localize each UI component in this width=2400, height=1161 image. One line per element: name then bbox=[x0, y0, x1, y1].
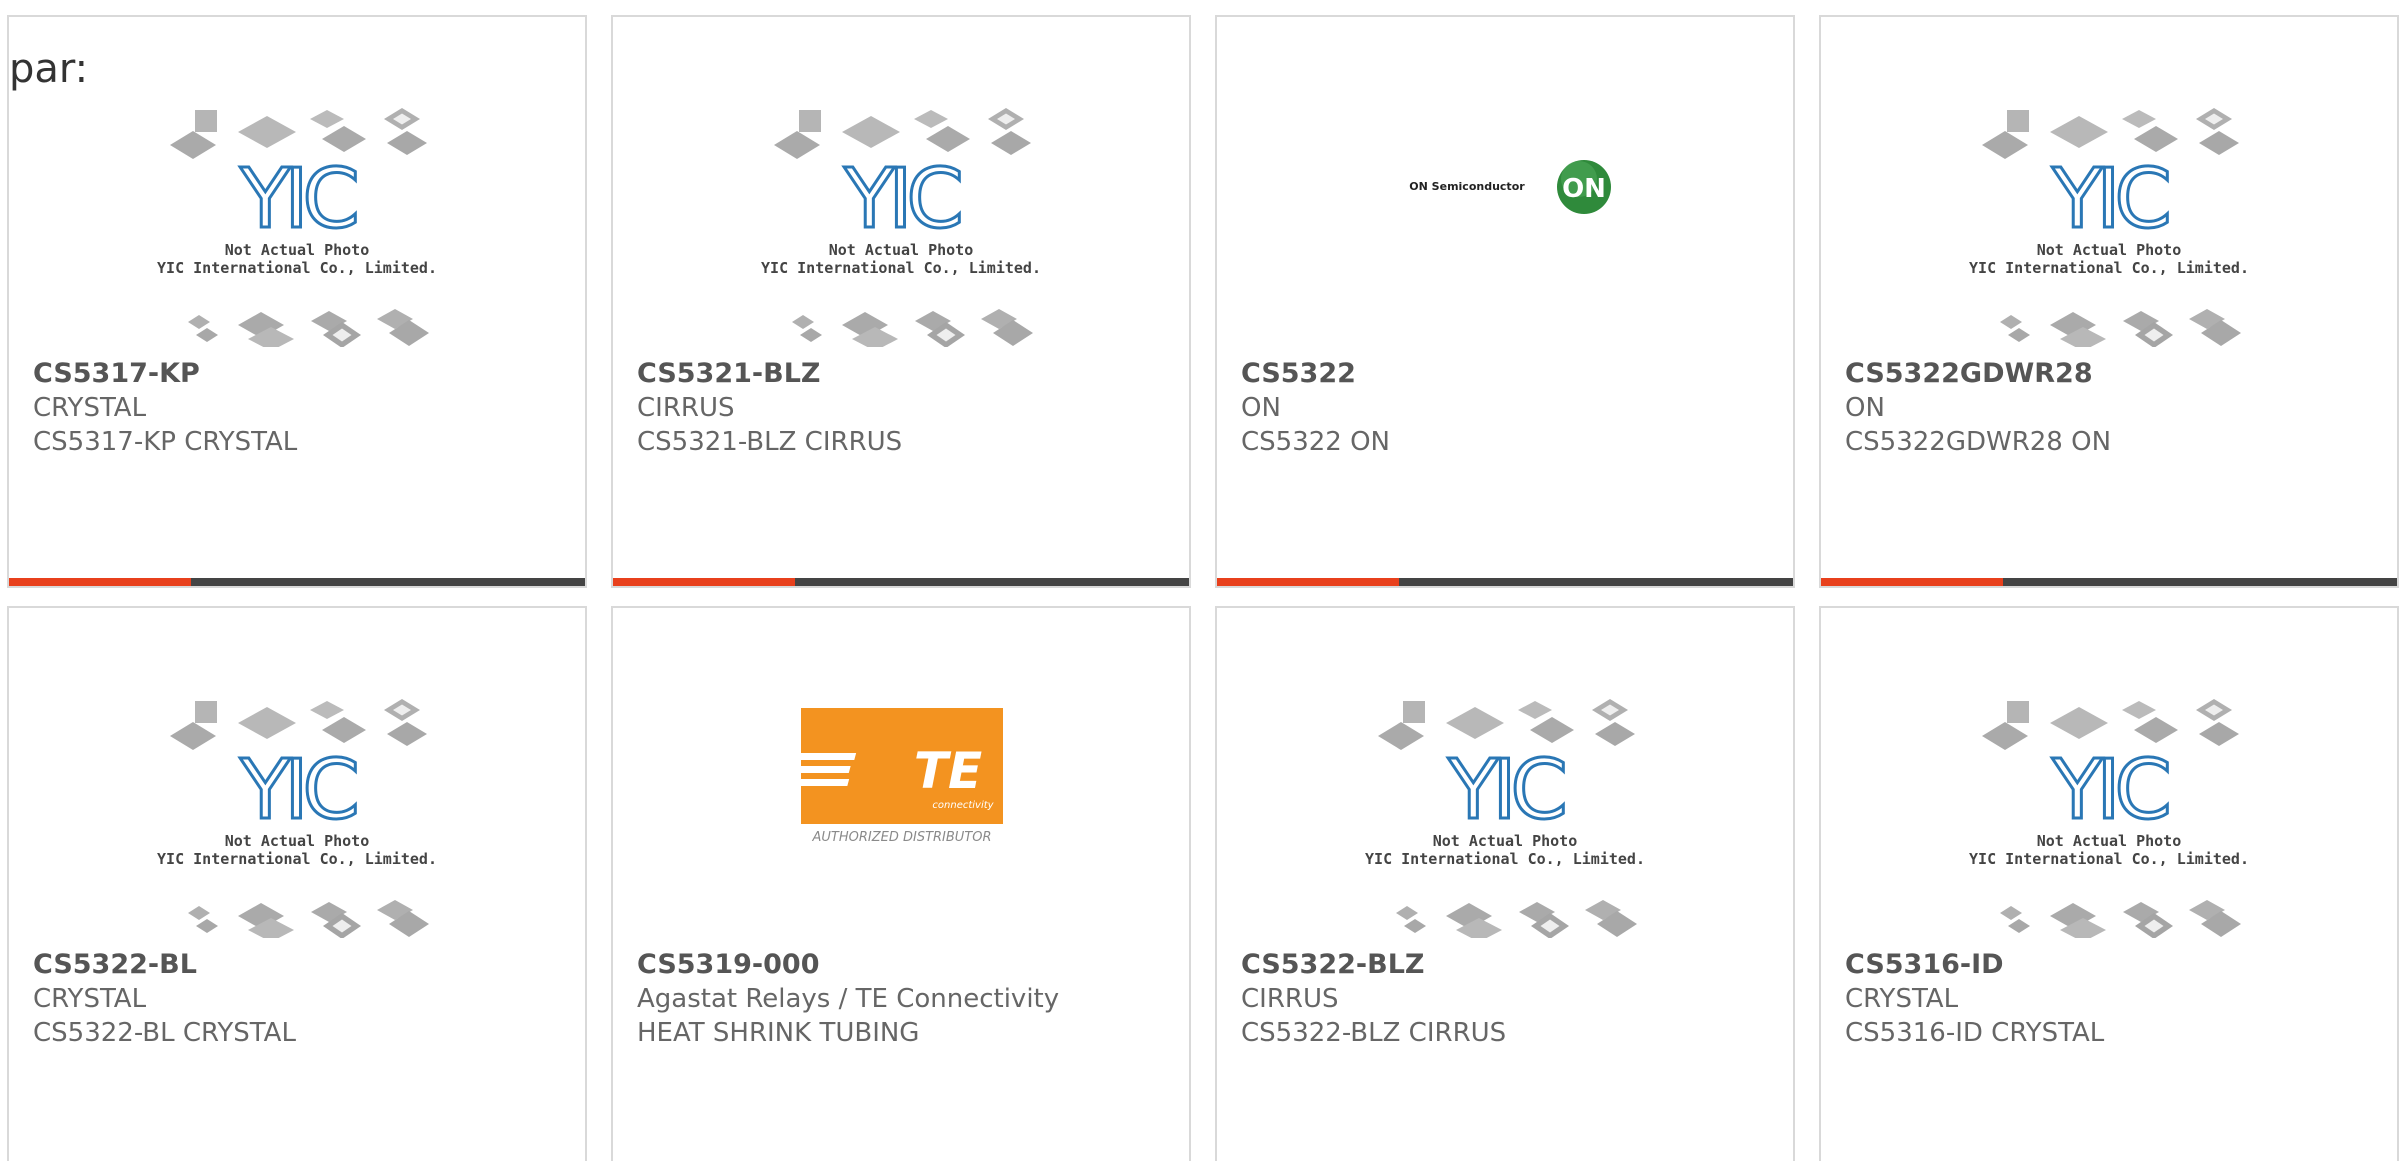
card-bottom-bar bbox=[1821, 578, 2397, 586]
yic-brand-text: YIC bbox=[1447, 743, 1563, 838]
placeholder-caption-line1: Not Actual Photo bbox=[829, 241, 974, 259]
product-card[interactable]: YIC Not Actual Photo YIC International Co.… bbox=[1819, 606, 2399, 1161]
product-image[interactable]: YIC Not Actual Photo YIC International Co.… bbox=[1217, 608, 1793, 938]
yic-brand-text: YIC bbox=[2051, 743, 2167, 838]
product-image[interactable]: YIC Not Actual Photo YIC International Co.… bbox=[1821, 608, 2397, 938]
description: CS5316-ID CRYSTAL bbox=[1845, 1018, 2105, 1048]
yic-placeholder-image: YICNot Actual PhotoYIC International Co.… bbox=[157, 108, 437, 347]
part-number-link[interactable]: CS5322-BL bbox=[33, 948, 565, 982]
on-semiconductor-logo: ON Semiconductor ON bbox=[1409, 160, 1611, 214]
te-mark-text: TE bbox=[914, 742, 982, 800]
placeholder-caption-line2: YIC International Co., Limited. bbox=[761, 259, 1041, 277]
card-bottom-bar bbox=[1217, 578, 1793, 586]
card-accent-bar bbox=[1217, 578, 1399, 586]
yic-brand-text: YIC bbox=[239, 743, 355, 838]
product-info: CS5317-KP CRYSTAL CS5317-KP CRYSTAL bbox=[33, 357, 565, 459]
description: CS5322-BL CRYSTAL bbox=[33, 1018, 296, 1048]
product-info: CS5322-BL CRYSTAL CS5322-BL CRYSTAL bbox=[33, 948, 565, 1050]
product-card[interactable]: YIC Not Actual Photo YIC International Co.… bbox=[1819, 15, 2399, 588]
part-number-link[interactable]: CS5322GDWR28 bbox=[1845, 357, 2377, 391]
card-accent-bar bbox=[9, 578, 191, 586]
description: HEAT SHRINK TUBING bbox=[637, 1018, 920, 1048]
product-info: CS5322 ON CS5322 ON bbox=[1241, 357, 1773, 459]
card-accent-bar bbox=[1821, 578, 2003, 586]
product-image[interactable]: YIC Not Actual Photo YIC International Co.… bbox=[613, 17, 1189, 347]
on-badge-text: ON bbox=[1562, 174, 1606, 204]
part-number-link[interactable]: CS5317-KP bbox=[33, 357, 565, 391]
manufacturer: CRYSTAL bbox=[33, 984, 147, 1014]
product-card[interactable]: TE connectivity AUTHORIZED DISTRIBUTOR CS53… bbox=[611, 606, 1191, 1161]
yic-placeholder-image: YICNot Actual PhotoYIC International Co.… bbox=[157, 699, 437, 938]
product-image[interactable]: ON Semiconductor ON bbox=[1217, 17, 1793, 347]
yic-brand-text: YIC bbox=[843, 152, 959, 247]
description: CS5322GDWR28 ON bbox=[1845, 427, 2112, 457]
product-info: CS5321-BLZ CIRRUS CS5321-BLZ CIRRUS bbox=[637, 357, 1169, 459]
product-card[interactable]: YIC Not Actual Photo YIC International Co.… bbox=[7, 15, 587, 588]
manufacturer: CRYSTAL bbox=[1845, 984, 1959, 1014]
product-image[interactable]: TE connectivity AUTHORIZED DISTRIBUTOR bbox=[613, 608, 1189, 938]
placeholder-caption-line2: YIC International Co., Limited. bbox=[157, 259, 437, 277]
te-sub-text: connectivity bbox=[932, 800, 994, 811]
placeholder-caption-line2: YIC International Co., Limited. bbox=[157, 850, 437, 868]
placeholder-caption-line1: Not Actual Photo bbox=[2037, 832, 2182, 850]
placeholder-caption-line2: YIC International Co., Limited. bbox=[1969, 259, 2249, 277]
yic-placeholder-image: YICNot Actual PhotoYIC International Co.… bbox=[1365, 699, 1645, 938]
product-card[interactable]: ON Semiconductor ON CS5322 ON CS5322 ON bbox=[1215, 15, 1795, 588]
product-info: CS5319-000 Agastat Relays / TE Connectivi… bbox=[637, 948, 1169, 1050]
description: CS5321-BLZ CIRRUS bbox=[637, 427, 903, 457]
description: CS5317-KP CRYSTAL bbox=[33, 427, 298, 457]
manufacturer: CIRRUS bbox=[637, 393, 735, 423]
product-image[interactable]: YIC Not Actual Photo YIC International Co.… bbox=[1821, 17, 2397, 347]
description: CS5322-BLZ CIRRUS bbox=[1241, 1018, 1507, 1048]
te-caption: AUTHORIZED DISTRIBUTOR bbox=[811, 830, 991, 845]
description: CS5322 ON bbox=[1241, 427, 1391, 457]
yic-placeholder-image: YICNot Actual PhotoYIC International Co.… bbox=[761, 108, 1041, 347]
yic-placeholder-image: YICNot Actual PhotoYIC International Co.… bbox=[1969, 108, 2249, 347]
product-listing-page: par: YIC Not Actual Photo YIC Internationa… bbox=[0, 0, 2400, 1161]
product-card[interactable]: YIC Not Actual Photo YIC International Co.… bbox=[7, 606, 587, 1161]
manufacturer: Agastat Relays / TE Connectivity bbox=[637, 984, 1060, 1014]
card-accent-bar bbox=[613, 578, 795, 586]
product-card[interactable]: YIC Not Actual Photo YIC International Co.… bbox=[1215, 606, 1795, 1161]
placeholder-caption-line1: Not Actual Photo bbox=[2037, 241, 2182, 259]
placeholder-caption-line1: Not Actual Photo bbox=[225, 241, 370, 259]
placeholder-caption-line2: YIC International Co., Limited. bbox=[1365, 850, 1645, 868]
part-number-link[interactable]: CS5319-000 bbox=[637, 948, 1169, 982]
part-number-link[interactable]: CS5322-BLZ bbox=[1241, 948, 1773, 982]
part-number-link[interactable]: CS5316-ID bbox=[1845, 948, 2377, 982]
manufacturer: CRYSTAL bbox=[33, 393, 147, 423]
part-number-link[interactable]: CS5322 bbox=[1241, 357, 1773, 391]
card-bottom-bar bbox=[613, 578, 1189, 586]
placeholder-caption-line1: Not Actual Photo bbox=[1433, 832, 1578, 850]
card-bottom-bar bbox=[9, 578, 585, 586]
part-number-link[interactable]: CS5321-BLZ bbox=[637, 357, 1169, 391]
manufacturer: CIRRUS bbox=[1241, 984, 1339, 1014]
product-grid: YIC Not Actual Photo YIC International Co.… bbox=[7, 15, 2399, 1161]
product-image[interactable]: YIC Not Actual Photo YIC International Co.… bbox=[9, 17, 585, 347]
manufacturer: ON bbox=[1241, 393, 1281, 423]
section-label: par: bbox=[9, 46, 89, 92]
product-card[interactable]: YIC Not Actual Photo YIC International Co.… bbox=[611, 15, 1191, 588]
on-wordmark: ON Semiconductor bbox=[1409, 180, 1525, 193]
product-info: CS5322GDWR28 ON CS5322GDWR28 ON bbox=[1845, 357, 2377, 459]
placeholder-caption-line1: Not Actual Photo bbox=[225, 832, 370, 850]
yic-brand-text: YIC bbox=[239, 152, 355, 247]
product-info: CS5322-BLZ CIRRUS CS5322-BLZ CIRRUS bbox=[1241, 948, 1773, 1050]
yic-brand-text: YIC bbox=[2051, 152, 2167, 247]
manufacturer: ON bbox=[1845, 393, 1885, 423]
yic-placeholder-image: YICNot Actual PhotoYIC International Co.… bbox=[1969, 699, 2249, 938]
product-image[interactable]: YIC Not Actual Photo YIC International Co.… bbox=[9, 608, 585, 938]
te-connectivity-logo: TEconnectivity AUTHORIZED DISTRIBUTOR bbox=[777, 708, 1003, 845]
placeholder-caption-line2: YIC International Co., Limited. bbox=[1969, 850, 2249, 868]
product-info: CS5316-ID CRYSTAL CS5316-ID CRYSTAL bbox=[1845, 948, 2377, 1050]
